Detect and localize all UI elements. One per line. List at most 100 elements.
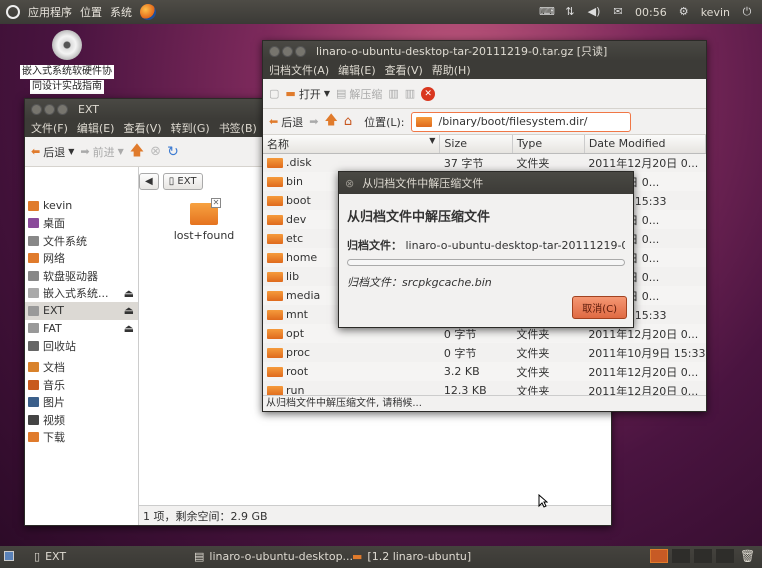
show-desktop-icon[interactable]	[4, 551, 14, 561]
close-icon[interactable]: ⊗	[345, 177, 354, 190]
fm-menu-file[interactable]: 文件(F)	[31, 120, 68, 136]
eject-icon[interactable]: ⏏	[124, 287, 134, 300]
cancel-button[interactable]: 取消(C)	[572, 296, 627, 319]
path-button-ext[interactable]: ▯ EXT	[162, 173, 203, 190]
sidebar-item[interactable]: 文件系统	[25, 232, 138, 250]
sidebar-item[interactable]: 文档	[25, 359, 138, 377]
sidebar-item[interactable]: 网络	[25, 250, 138, 268]
forward-arrow-icon[interactable]: ➡	[309, 115, 318, 128]
task-extract[interactable]: ▬ [1.2 linaro-ubuntu]	[352, 550, 471, 563]
fm-forward-label: 前进	[92, 145, 115, 159]
task-archive[interactable]: ▤ linaro-o-ubuntu-desktop...	[194, 550, 353, 563]
fm-back-button[interactable]: ⬅ 后退 ▼	[31, 144, 74, 160]
workspace-1[interactable]	[650, 549, 668, 563]
am-menu-help[interactable]: 帮助(H)	[432, 62, 471, 78]
add-folder-icon[interactable]: ▥	[405, 87, 415, 100]
up-arrow-icon[interactable]: 🡅	[130, 140, 144, 164]
sidebar-item[interactable]: 视频	[25, 411, 138, 429]
path-bar: ◀ ▯ EXT	[139, 173, 203, 190]
task-ext[interactable]: ▯ EXT	[34, 550, 66, 563]
am-menu-view[interactable]: 查看(V)	[385, 62, 423, 78]
cell-name: proc	[263, 343, 440, 362]
sidebar-item[interactable]: 桌面	[25, 215, 138, 233]
folder-icon	[267, 215, 283, 225]
dlg-titlebar[interactable]: ⊗ 从归档文件中解压缩文件	[339, 172, 633, 194]
sidebar-item[interactable]: kevin	[25, 197, 138, 215]
folder-item-lost-found[interactable]: ✕ lost+found	[169, 198, 239, 242]
am-titlebar[interactable]: linaro-o-ubuntu-desktop-tar-20111219-0.t…	[263, 41, 706, 61]
sidebar-item[interactable]: 下载	[25, 429, 138, 447]
sidebar-item-label: 图片	[43, 396, 65, 410]
table-row[interactable]: proc 0 字节 文件夹 2011年10月9日 15:33	[263, 343, 706, 362]
eject-icon[interactable]: ⏏	[124, 322, 134, 335]
am-menu-archive[interactable]: 归档文件(A)	[269, 62, 329, 78]
col-size[interactable]: Size	[439, 135, 513, 154]
new-archive-icon[interactable]: ▢	[269, 87, 279, 100]
add-files-icon[interactable]: ▥	[388, 87, 398, 100]
trash-icon[interactable]: 🗑	[740, 549, 755, 563]
volume-icon[interactable]: ◀)	[587, 6, 601, 18]
minimize-icon[interactable]	[44, 103, 55, 115]
am-extract-button[interactable]: ▤ 解压缩	[336, 86, 382, 102]
cell-text: home	[286, 251, 318, 264]
am-location-input[interactable]: /binary/boot/filesystem.dir/	[410, 111, 631, 132]
fm-forward-button[interactable]: ➡ 前进 ▼	[80, 144, 123, 160]
sidebar-item[interactable]: EXT ⏏	[25, 302, 138, 320]
table-row[interactable]: .disk 37 字节 文件夹 2011年12月20日 0...	[263, 153, 706, 172]
keyboard-icon[interactable]: ⌨	[539, 6, 555, 18]
power-icon[interactable]: ⏻	[740, 6, 754, 18]
am-back-label: 后退	[281, 115, 304, 129]
sidebar-item[interactable]: 嵌入式系统... ⏏	[25, 285, 138, 303]
minimize-icon[interactable]	[282, 45, 293, 57]
menu-places[interactable]: 位置	[80, 4, 102, 20]
eject-icon[interactable]: ⏏	[124, 304, 134, 317]
clock[interactable]: 00:56	[635, 6, 667, 19]
close-icon[interactable]	[269, 45, 280, 57]
close-icon[interactable]	[31, 103, 42, 115]
maximize-icon[interactable]	[57, 103, 68, 115]
stop-icon[interactable]: ✕	[421, 86, 436, 101]
table-row[interactable]: root 3.2 KB 文件夹 2011年12月20日 0...	[263, 362, 706, 381]
firefox-icon[interactable]	[140, 4, 156, 20]
network-icon[interactable]: ⇅	[563, 6, 577, 18]
sidebar-item-label: 网络	[43, 252, 65, 266]
workspace-4[interactable]	[716, 549, 734, 563]
col-type[interactable]: Type	[512, 135, 585, 154]
workspace-3[interactable]	[694, 549, 712, 563]
sidebar-item[interactable]: 图片	[25, 394, 138, 412]
menu-applications[interactable]: 应用程序	[28, 4, 72, 20]
cell-type: 文件夹	[512, 343, 584, 362]
cell-text: .disk	[286, 156, 312, 170]
fm-title: EXT	[78, 102, 100, 116]
cell-type: 文件夹	[512, 153, 584, 172]
col-name[interactable]: 名称 ▼	[263, 135, 441, 154]
reload-icon[interactable]: ↻	[167, 144, 179, 160]
desktop-icon-label-1: 嵌入式系统软硬件协	[20, 65, 114, 79]
home-icon[interactable]: ⌂	[344, 114, 352, 129]
mail-icon[interactable]: ✉	[611, 6, 625, 18]
fm-menu-bookmarks[interactable]: 书签(B)	[219, 120, 257, 136]
path-left-button[interactable]: ◀	[139, 173, 159, 190]
sidebar-item[interactable]: 软盘驱动器	[25, 267, 138, 285]
stop-icon[interactable]: ⊗	[150, 144, 161, 159]
sidebar-item[interactable]: FAT ⏏	[25, 320, 138, 338]
fm-menu-edit[interactable]: 编辑(E)	[77, 120, 115, 136]
col-date[interactable]: Date Modified	[584, 135, 707, 154]
sidebar-item[interactable]: 音乐	[25, 376, 138, 394]
up-arrow-icon[interactable]: 🡅	[324, 111, 337, 133]
forward-arrow-icon: ➡	[80, 145, 90, 158]
cell-text: dev	[286, 213, 307, 226]
cell-text: root	[286, 365, 309, 378]
maximize-icon[interactable]	[295, 45, 306, 57]
menu-system[interactable]: 系统	[110, 4, 132, 20]
workspace-2[interactable]	[672, 549, 690, 563]
fm-menu-view[interactable]: 查看(V)	[123, 120, 161, 136]
dlg-archive-value: linaro-o-ubuntu-desktop-tar-20111219-0.t…	[405, 239, 626, 252]
am-menu-edit[interactable]: 编辑(E)	[338, 62, 376, 78]
sidebar-item[interactable]: 回收站	[25, 337, 138, 355]
user-name[interactable]: kevin	[701, 6, 730, 19]
am-open-button[interactable]: ▬ 打开 ▼	[285, 86, 330, 102]
desktop-icon-cd[interactable]: 嵌入式系统软硬件协 同设计实战指南	[12, 30, 122, 94]
fm-menu-go[interactable]: 转到(G)	[171, 120, 210, 136]
am-back-button[interactable]: ⬅ 后退	[269, 114, 303, 130]
